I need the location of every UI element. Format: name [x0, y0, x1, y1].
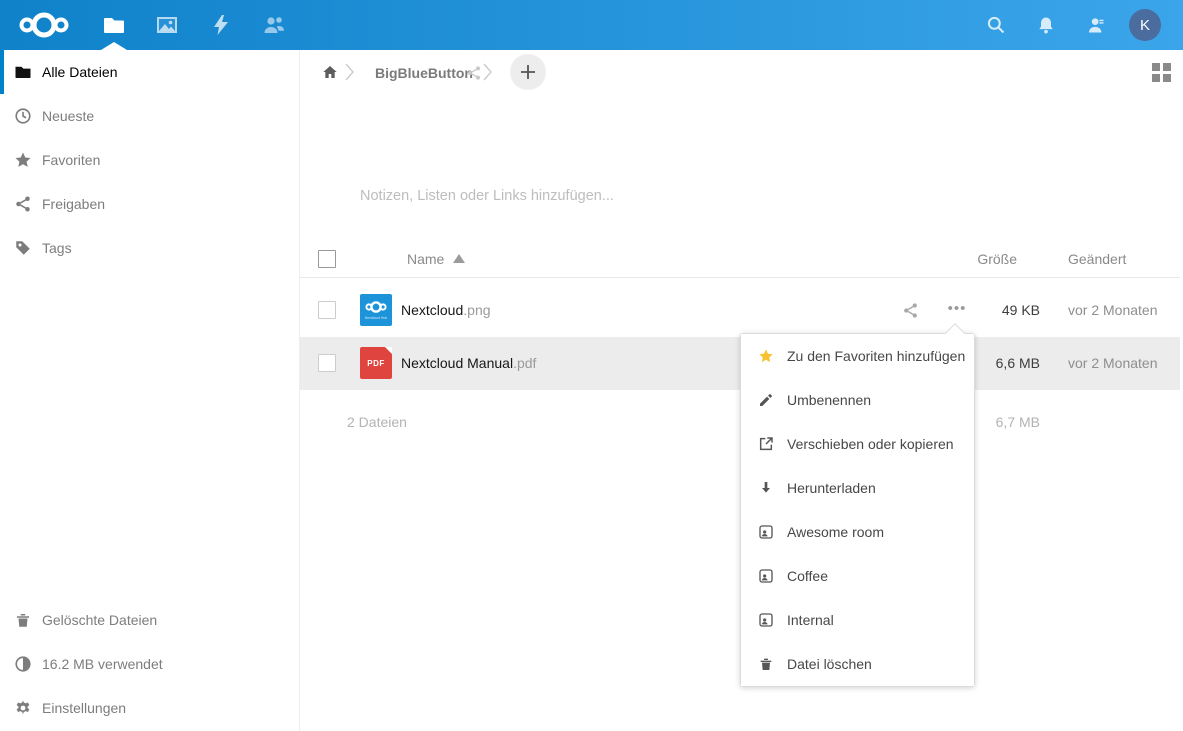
- sort-ascending-icon: [453, 254, 465, 263]
- menu-item-room-coffee[interactable]: Coffee: [741, 554, 974, 598]
- room-icon: [758, 612, 774, 628]
- notes-input[interactable]: Notizen, Listen oder Links hinzufügen...: [360, 188, 614, 204]
- sidebar-item-label: Favoriten: [42, 152, 100, 168]
- sidebar-item-label: Alle Dateien: [42, 64, 118, 80]
- download-icon: [758, 480, 774, 496]
- file-modified: vor 2 Monaten: [1068, 302, 1158, 318]
- column-header-name[interactable]: Name: [407, 251, 444, 267]
- file-extension: .pdf: [513, 355, 536, 371]
- sidebar-item-tags[interactable]: Tags: [0, 226, 299, 270]
- share-folder-icon[interactable]: [466, 65, 482, 81]
- svg-text:Nextcloud Hub: Nextcloud Hub: [365, 316, 387, 320]
- file-name[interactable]: Nextcloud.png: [401, 302, 491, 318]
- row-checkbox[interactable]: [318, 354, 336, 372]
- menu-item-add-to-favorites[interactable]: Zu den Favoriten hinzufügen: [741, 334, 974, 378]
- column-header-modified[interactable]: Geändert: [1068, 251, 1126, 267]
- sidebar-item-recent[interactable]: Neueste: [0, 94, 299, 138]
- gear-icon: [14, 699, 32, 717]
- menu-item-delete-file[interactable]: Datei löschen: [741, 642, 974, 686]
- contacts-app-icon[interactable]: [262, 13, 286, 37]
- sidebar-item-shares[interactable]: Freigaben: [0, 182, 299, 226]
- contacts-menu-icon[interactable]: [1086, 15, 1110, 39]
- room-icon: [758, 524, 774, 540]
- room-icon: [758, 568, 774, 584]
- move-or-copy-icon: [758, 436, 774, 452]
- table-row[interactable]: Nextcloud Hub Nextcloud.png ••• 49 KB vo…: [300, 284, 1180, 337]
- file-name[interactable]: Nextcloud Manual.pdf: [401, 355, 536, 371]
- menu-item-label: Datei löschen: [787, 656, 872, 672]
- menu-item-label: Herunterladen: [787, 480, 876, 496]
- file-modified: vor 2 Monaten: [1068, 355, 1158, 371]
- star-icon: [758, 348, 774, 364]
- chevron-right-icon: [345, 62, 354, 82]
- activity-app-icon[interactable]: [209, 13, 233, 37]
- file-actions-context-menu: Zu den Favoriten hinzufügen Umbenennen V…: [740, 333, 975, 687]
- sidebar-item-label: Einstellungen: [42, 700, 126, 716]
- nextcloud-logo-icon[interactable]: [18, 8, 70, 42]
- pdf-fold-corner: [385, 347, 392, 354]
- sidebar-item-label: Gelöschte Dateien: [42, 612, 157, 628]
- star-icon: [14, 151, 32, 169]
- nextcloud-image-thumbnail[interactable]: Nextcloud Hub: [360, 294, 392, 326]
- menu-item-move-or-copy[interactable]: Verschieben oder kopieren: [741, 422, 974, 466]
- file-count: 2 Dateien: [347, 414, 407, 430]
- column-header-size[interactable]: Größe: [940, 251, 1040, 267]
- pdf-file-icon[interactable]: PDF: [360, 347, 392, 379]
- menu-item-label: Internal: [787, 612, 834, 628]
- sidebar-item-label: Tags: [42, 240, 72, 256]
- sidebar-item-label: Freigaben: [42, 196, 105, 212]
- quota-pie-icon: [14, 655, 32, 673]
- menu-item-room-internal[interactable]: Internal: [741, 598, 974, 642]
- trash-icon: [758, 656, 774, 672]
- folder-icon: [14, 63, 32, 81]
- tag-icon: [14, 239, 32, 257]
- search-icon[interactable]: [986, 15, 1010, 39]
- breadcrumb: BigBlueButton: [300, 54, 1183, 90]
- pencil-icon: [758, 392, 774, 408]
- sidebar-item-settings[interactable]: Einstellungen: [0, 686, 299, 730]
- files-sidebar: Alle Dateien Neueste Favoriten Freigaben…: [0, 50, 300, 731]
- file-extension: .png: [463, 302, 490, 318]
- sidebar-item-quota[interactable]: 16.2 MB verwendet: [0, 642, 299, 686]
- sidebar-item-favorites[interactable]: Favoriten: [0, 138, 299, 182]
- row-checkbox[interactable]: [318, 301, 336, 319]
- menu-item-label: Zu den Favoriten hinzufügen: [787, 348, 965, 364]
- notifications-bell-icon[interactable]: [1036, 15, 1060, 39]
- pdf-badge: PDF: [367, 359, 385, 368]
- sidebar-item-all-files[interactable]: Alle Dateien: [0, 50, 299, 94]
- menu-item-download[interactable]: Herunterladen: [741, 466, 974, 510]
- trash-icon: [14, 611, 32, 629]
- user-avatar[interactable]: K: [1129, 9, 1161, 41]
- menu-item-label: Awesome room: [787, 524, 884, 540]
- files-app-icon[interactable]: [102, 13, 126, 37]
- select-all-checkbox[interactable]: [318, 250, 336, 268]
- menu-item-room-awesome-room[interactable]: Awesome room: [741, 510, 974, 554]
- chevron-right-icon: [483, 62, 492, 82]
- share-icon: [14, 195, 32, 213]
- sidebar-item-deleted-files[interactable]: Gelöschte Dateien: [0, 598, 299, 642]
- file-size: 49 KB: [940, 302, 1040, 318]
- menu-item-rename[interactable]: Umbenennen: [741, 378, 974, 422]
- new-file-button[interactable]: [510, 54, 546, 90]
- file-list-header: Name Größe Geändert: [300, 241, 1180, 278]
- share-icon[interactable]: [902, 302, 919, 319]
- clock-icon: [14, 107, 32, 125]
- active-app-indicator: [101, 42, 127, 50]
- breadcrumb-folder[interactable]: BigBlueButton: [375, 65, 473, 81]
- home-icon[interactable]: [322, 64, 338, 80]
- menu-item-label: Umbenennen: [787, 392, 871, 408]
- sidebar-item-label: Neueste: [42, 108, 94, 124]
- grid-view-toggle-icon[interactable]: [1152, 63, 1171, 82]
- top-header-bar: K: [0, 0, 1183, 50]
- menu-item-label: Coffee: [787, 568, 828, 584]
- menu-item-label: Verschieben oder kopieren: [787, 436, 954, 452]
- sidebar-item-label: 16.2 MB verwendet: [42, 656, 163, 672]
- photos-app-icon[interactable]: [155, 13, 179, 37]
